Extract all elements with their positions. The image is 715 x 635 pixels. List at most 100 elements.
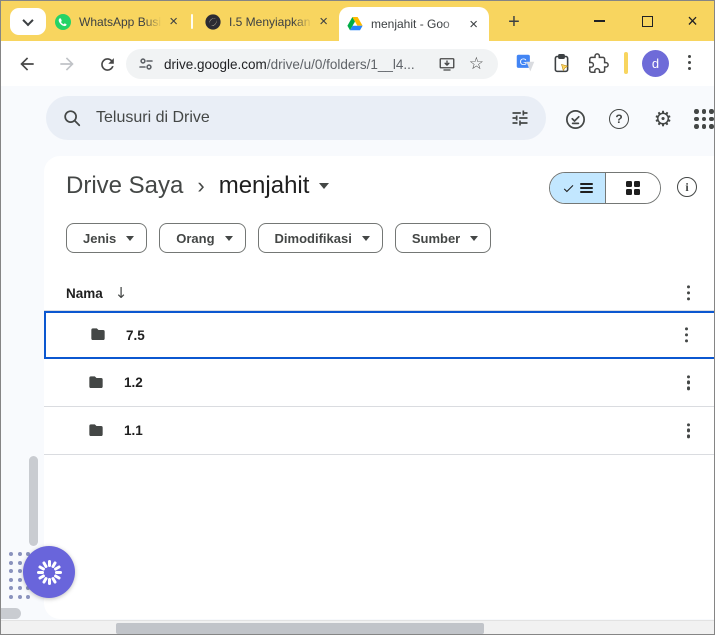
- browser-menu-button[interactable]: [684, 51, 695, 74]
- list-icon: [580, 183, 593, 194]
- folder-name: 1.1: [124, 423, 143, 438]
- row-menu-button[interactable]: [683, 419, 694, 442]
- puzzle-icon: [588, 53, 609, 74]
- translate-extension-button[interactable]: G: [515, 53, 536, 74]
- support-button[interactable]: ?: [607, 107, 631, 131]
- close-window-button[interactable]: ×: [670, 1, 715, 41]
- caret-down-icon: [126, 236, 134, 241]
- sort-by-name-button[interactable]: Nama ↓: [66, 284, 127, 302]
- settings-button[interactable]: ⚙: [651, 107, 675, 131]
- caret-down-icon: [470, 236, 478, 241]
- new-tab-button[interactable]: +: [501, 10, 527, 34]
- list-options-button[interactable]: [683, 281, 694, 304]
- row-menu-button[interactable]: [683, 371, 694, 394]
- advanced-search-icon[interactable]: [510, 108, 530, 128]
- sidebar-horizontal-scrollbar-thumb[interactable]: [1, 608, 21, 619]
- extensions-menu-button[interactable]: [588, 53, 609, 74]
- translate-icon: G: [515, 53, 536, 74]
- google-apps-button[interactable]: [692, 107, 715, 131]
- chip-label: Jenis: [83, 231, 116, 246]
- save-to-device-icon: [438, 55, 456, 73]
- tab-title: I.5 Menyiapkan: [229, 15, 312, 29]
- folder-row-selected[interactable]: 7.5: [44, 311, 715, 359]
- apps-grid-icon: [694, 109, 714, 129]
- google-drive-icon: [347, 16, 363, 32]
- minimize-button[interactable]: [577, 1, 622, 41]
- filter-chip-modified[interactable]: Dimodifikasi: [258, 223, 383, 253]
- folder-icon: [86, 373, 106, 393]
- tab-title: menjahit - Goo: [371, 17, 462, 31]
- folder-row[interactable]: 1.1: [44, 407, 715, 455]
- name-column-label: Nama: [66, 286, 103, 301]
- chip-label: Orang: [176, 231, 214, 246]
- gear-icon: ⚙: [654, 109, 673, 130]
- drive-search-bar[interactable]: [46, 96, 546, 140]
- folder-icon: [88, 325, 108, 345]
- sort-descending-icon: ↓: [115, 284, 128, 302]
- bookmark-star-icon[interactable]: ☆: [469, 56, 484, 73]
- maximize-icon: [642, 16, 653, 27]
- chip-label: Sumber: [412, 231, 460, 246]
- site-settings-icon[interactable]: [138, 56, 154, 72]
- tab-whatsapp[interactable]: WhatsApp Busi ×: [47, 8, 189, 35]
- filter-chip-source[interactable]: Sumber: [395, 223, 491, 253]
- save-to-device-button[interactable]: [438, 55, 456, 73]
- sidebar-vertical-scrollbar-thumb[interactable]: [29, 456, 38, 546]
- caret-down-icon: [362, 236, 370, 241]
- tab-title: WhatsApp Busi: [79, 15, 162, 29]
- row-menu-button[interactable]: [681, 323, 692, 346]
- close-tab-icon[interactable]: ×: [166, 13, 181, 30]
- page-horizontal-scrollbar[interactable]: [1, 620, 714, 635]
- close-tab-icon[interactable]: ×: [466, 16, 481, 33]
- assistant-fab-button[interactable]: [23, 546, 75, 598]
- tab-separator: [191, 14, 193, 29]
- list-header: Nama ↓: [44, 276, 715, 311]
- url-domain: drive.google.com: [164, 57, 267, 72]
- grid-view-button[interactable]: [606, 173, 661, 203]
- close-tab-icon[interactable]: ×: [316, 13, 331, 30]
- profile-avatar[interactable]: d: [642, 50, 669, 77]
- check-icon: [562, 182, 575, 195]
- folder-name: 1.2: [124, 375, 143, 390]
- svg-text:G: G: [520, 57, 527, 68]
- help-icon: ?: [609, 109, 629, 129]
- back-icon: [17, 54, 37, 74]
- address-bar[interactable]: drive.google.com/drive/u/0/folders/1__l4…: [126, 49, 498, 79]
- reload-button[interactable]: [95, 52, 119, 76]
- horizontal-scrollbar-thumb[interactable]: [116, 623, 484, 634]
- whatsapp-icon: [55, 14, 71, 30]
- back-button[interactable]: [15, 52, 39, 76]
- url-text: drive.google.com/drive/u/0/folders/1__l4…: [164, 57, 425, 72]
- drive-content-panel: Drive Saya › menjahit i Jenis Orang: [44, 156, 715, 619]
- browser-toolbar: drive.google.com/drive/u/0/folders/1__l4…: [1, 41, 714, 86]
- filter-chips: Jenis Orang Dimodifikasi Sumber: [66, 223, 491, 253]
- chevron-down-icon: [22, 14, 33, 25]
- clipboard-extension-button[interactable]: [551, 53, 572, 74]
- tab-lms[interactable]: I.5 Menyiapkan ×: [197, 8, 339, 35]
- current-folder-name: menjahit: [219, 172, 310, 200]
- search-input[interactable]: [96, 109, 510, 127]
- forward-button[interactable]: [55, 52, 79, 76]
- tab-strip: WhatsApp Busi × I.5 Menyiapkan × menjahi…: [1, 1, 714, 41]
- maximize-button[interactable]: [625, 1, 670, 41]
- details-info-button[interactable]: i: [677, 177, 697, 197]
- folder-row[interactable]: 1.2: [44, 359, 715, 407]
- caret-down-icon: [319, 183, 329, 189]
- folder-icon: [86, 421, 106, 441]
- breadcrumb-root[interactable]: Drive Saya: [66, 172, 183, 200]
- tab-drive-active[interactable]: menjahit - Goo ×: [339, 7, 489, 41]
- offline-status-button[interactable]: [563, 107, 587, 131]
- check-circle-icon: [564, 108, 587, 131]
- filter-chip-type[interactable]: Jenis: [66, 223, 147, 253]
- theme-accent-separator: [624, 52, 628, 74]
- chip-label: Dimodifikasi: [275, 231, 352, 246]
- list-view-button[interactable]: [550, 173, 606, 203]
- view-toggle: [549, 172, 661, 204]
- tab-search-button[interactable]: [10, 8, 46, 35]
- url-path: /drive/u/0/folders/1__l4...: [267, 57, 415, 72]
- breadcrumb: Drive Saya › menjahit: [66, 172, 329, 200]
- breadcrumb-separator-icon: ›: [197, 173, 204, 199]
- filter-chip-people[interactable]: Orang: [159, 223, 245, 253]
- caret-down-icon: [225, 236, 233, 241]
- breadcrumb-current-dropdown[interactable]: menjahit: [219, 172, 330, 200]
